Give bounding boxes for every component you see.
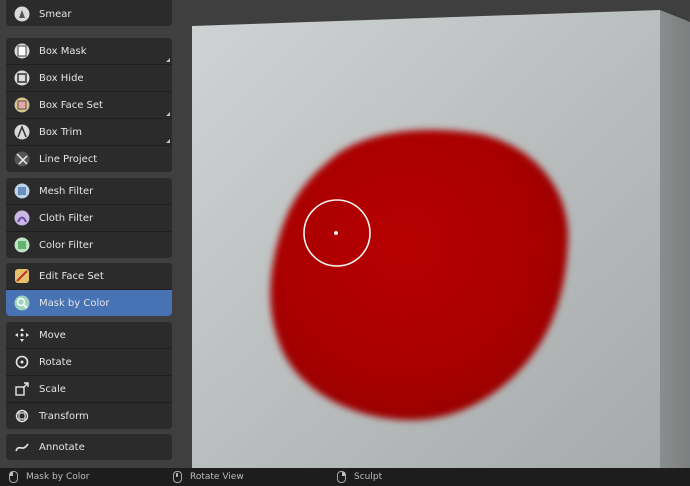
cloth-filter-icon (13, 209, 31, 227)
tool-edit-face-set[interactable]: Edit Face Set (6, 263, 172, 289)
transform-icon (13, 407, 31, 425)
tool-label: Move (39, 329, 66, 341)
mouse-right-click-icon (337, 471, 346, 483)
tool-box-face-set[interactable]: Box Face Set (6, 91, 172, 118)
tool-group-4: Edit Face Set Mask by Color (6, 263, 172, 316)
tool-box-mask[interactable]: Box Mask (6, 38, 172, 64)
tool-group-1: Smear (6, 0, 172, 26)
box-mask-icon (13, 42, 31, 60)
tool-group-3: Mesh Filter Cloth Filter Color Filter (6, 178, 172, 258)
rotate-icon (13, 353, 31, 371)
brush-cursor-center (334, 231, 338, 235)
line-project-icon (13, 150, 31, 168)
tool-label: Line Project (39, 153, 98, 165)
mesh-filter-icon (13, 182, 31, 200)
edit-face-set-icon (13, 267, 31, 285)
tool-label: Box Hide (39, 72, 84, 84)
color-filter-icon (13, 236, 31, 254)
tool-mask-by-color[interactable]: Mask by Color (6, 289, 172, 316)
tool-rotate[interactable]: Rotate (6, 348, 172, 375)
tool-label: Box Trim (39, 126, 83, 138)
mouse-middle-click-icon (173, 471, 182, 483)
tool-group-5: Move Rotate Scale Transform (6, 322, 172, 429)
tool-label: Box Mask (39, 45, 87, 57)
tool-color-filter[interactable]: Color Filter (6, 231, 172, 258)
scale-icon (13, 380, 31, 398)
status-left-click: Mask by Color (9, 468, 89, 486)
tool-options-corner-icon (166, 112, 170, 116)
tool-options-corner-icon (166, 139, 170, 143)
tool-label: Edit Face Set (39, 270, 104, 282)
tool-box-hide[interactable]: Box Hide (6, 64, 172, 91)
status-middle-click-label: Rotate View (190, 472, 244, 482)
tool-cloth-filter[interactable]: Cloth Filter (6, 204, 172, 231)
tool-label: Annotate (39, 441, 85, 453)
tool-label: Smear (39, 8, 72, 20)
tool-label: Mesh Filter (39, 185, 94, 197)
status-left-click-label: Mask by Color (26, 472, 90, 482)
box-trim-icon (13, 123, 31, 141)
mouse-left-click-icon (9, 471, 18, 483)
tool-transform[interactable]: Transform (6, 402, 172, 429)
tool-box-trim[interactable]: Box Trim (6, 118, 172, 145)
box-face-set-icon (13, 96, 31, 114)
tool-smear[interactable]: Smear (6, 0, 172, 26)
tool-mesh-filter[interactable]: Mesh Filter (6, 178, 172, 204)
status-bar: Mask by Color Rotate View Sculpt (0, 468, 690, 486)
move-icon (13, 326, 31, 344)
tool-move[interactable]: Move (6, 322, 172, 348)
tool-group-6: Annotate (6, 434, 172, 460)
tool-label: Box Face Set (39, 99, 103, 111)
status-middle-click: Rotate View (173, 468, 244, 486)
tool-label: Mask by Color (39, 297, 110, 309)
status-right-click: Sculpt (337, 468, 382, 486)
tool-line-project[interactable]: Line Project (6, 145, 172, 172)
tool-options-corner-icon (166, 58, 170, 62)
annotate-icon (13, 438, 31, 456)
tool-label: Rotate (39, 356, 72, 368)
tool-group-2: Box Mask Box Hide Box Face Set Box Trim Line… (6, 38, 172, 172)
tool-annotate[interactable]: Annotate (6, 434, 172, 460)
box-hide-icon (13, 69, 31, 87)
tool-label: Color Filter (39, 239, 94, 251)
status-right-click-label: Sculpt (354, 472, 383, 482)
tool-scale[interactable]: Scale (6, 375, 172, 402)
tool-label: Scale (39, 383, 66, 395)
cube-side-face (660, 10, 690, 468)
smear-brush-icon (13, 5, 31, 23)
tool-label: Cloth Filter (39, 212, 94, 224)
mask-by-color-icon (13, 294, 31, 312)
tool-label: Transform (39, 410, 89, 422)
